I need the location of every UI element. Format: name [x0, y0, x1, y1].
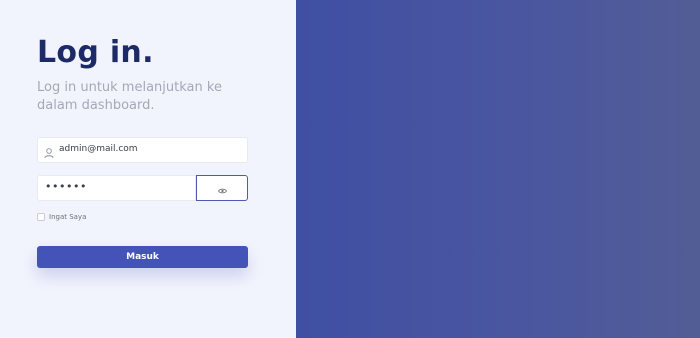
remember-label: Ingat Saya [49, 213, 87, 221]
email-field[interactable]: admin@mail.com [37, 137, 248, 163]
page-title: Log in. [37, 35, 154, 70]
submit-button[interactable]: Masuk [37, 246, 248, 268]
eye-icon [217, 179, 227, 198]
decorative-panel [296, 0, 700, 338]
password-value: •••••• [45, 180, 87, 193]
remember-me[interactable]: Ingat Saya [37, 213, 86, 221]
remember-checkbox[interactable] [37, 213, 45, 221]
email-value: admin@mail.com [59, 144, 138, 154]
password-field[interactable]: •••••• [37, 175, 196, 201]
show-password-button[interactable] [196, 175, 248, 201]
page-subtitle: Log in untuk melanjutkan ke dalam dashbo… [37, 80, 222, 113]
login-panel: Log in. Log in untuk melanjutkan ke dala… [0, 0, 296, 338]
user-icon [43, 144, 55, 159]
